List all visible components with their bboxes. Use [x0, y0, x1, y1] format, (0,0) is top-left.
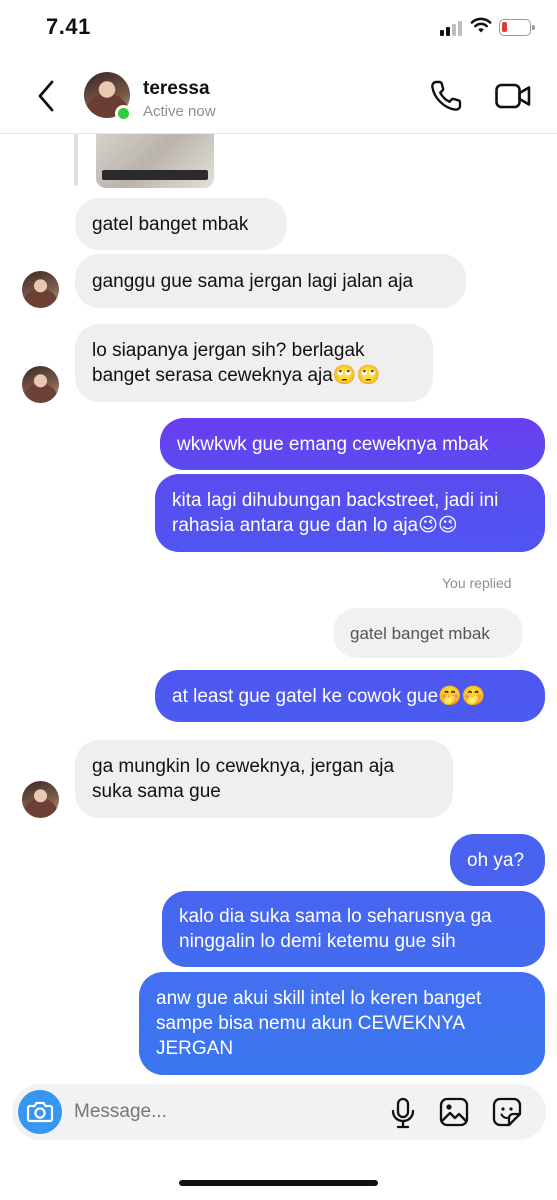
- battery-nub: [532, 25, 535, 30]
- message-bubble-incoming[interactable]: gatel banget mbak: [75, 198, 287, 250]
- battery-level: [502, 22, 507, 32]
- message-thread[interactable]: gatel banget mbak ganggu gue sama jergan…: [0, 134, 557, 1080]
- sticker-icon[interactable]: [492, 1097, 522, 1127]
- message-bubble-outgoing[interactable]: at least gue gatel ke cowok gue🤭🤭: [155, 670, 545, 722]
- phone-icon[interactable]: [428, 78, 464, 114]
- wifi-icon: [470, 17, 492, 33]
- sender-avatar: [22, 271, 59, 308]
- home-indicator[interactable]: [179, 1180, 378, 1186]
- message-bubble-outgoing[interactable]: wkwkwk gue emang ceweknya mbak: [160, 418, 545, 470]
- message-input[interactable]: [74, 1096, 374, 1128]
- reply-indicator-bar: [74, 134, 78, 186]
- battery-icon: [499, 19, 535, 36]
- message-composer: [12, 1084, 546, 1140]
- status-bar: 7.41: [0, 0, 557, 56]
- shared-image-message[interactable]: [96, 134, 214, 188]
- message-bubble-outgoing[interactable]: kalo dia suka sama lo seharusnya ga ning…: [162, 891, 545, 967]
- reply-context-label: You replied: [442, 575, 512, 591]
- status-time: 7.41: [46, 14, 91, 39]
- chevron-left-icon[interactable]: [30, 76, 64, 116]
- sender-avatar: [22, 366, 59, 403]
- chat-header: teressa Active now: [0, 56, 557, 134]
- contact-activity-status: Active now: [143, 103, 216, 120]
- camera-icon: [26, 1101, 54, 1123]
- cellular-signal-icon: [440, 20, 464, 36]
- quoted-message[interactable]: gatel banget mbak: [333, 608, 523, 658]
- message-bubble-outgoing[interactable]: oh ya?: [450, 834, 545, 886]
- sender-avatar: [22, 781, 59, 818]
- camera-button[interactable]: [18, 1090, 62, 1134]
- microphone-icon[interactable]: [390, 1097, 416, 1129]
- online-status-dot: [115, 105, 132, 122]
- message-bubble-outgoing[interactable]: kita lagi dihubungan backstreet, jadi in…: [155, 474, 545, 552]
- video-camera-icon[interactable]: [494, 78, 532, 114]
- contact-name[interactable]: teressa: [143, 78, 210, 100]
- image-icon[interactable]: [439, 1097, 469, 1127]
- image-caption-strip: [102, 170, 208, 180]
- message-bubble-incoming[interactable]: ga mungkin lo ceweknya, jergan aja suka …: [75, 740, 453, 818]
- message-bubble-incoming[interactable]: ganggu gue sama jergan lagi jalan aja: [75, 254, 466, 308]
- message-bubble-incoming[interactable]: lo siapanya jergan sih? berlagak banget …: [75, 324, 433, 402]
- message-bubble-outgoing[interactable]: anw gue akui skill intel lo keren banget…: [139, 972, 545, 1075]
